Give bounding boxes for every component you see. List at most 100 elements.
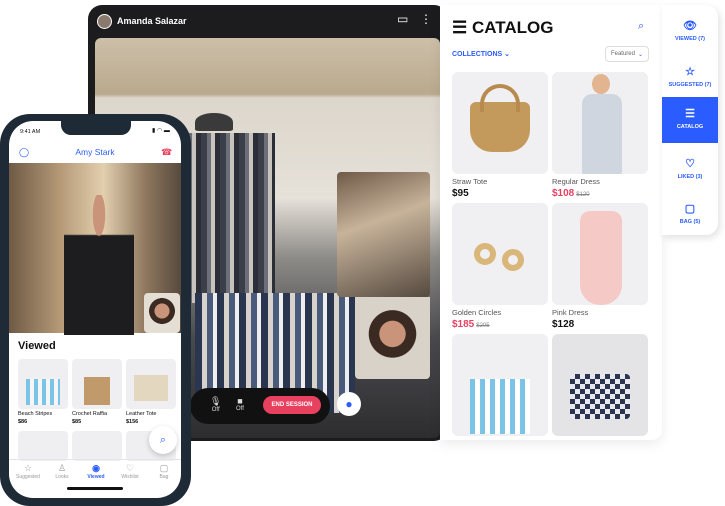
product-name: Pink Dress — [552, 308, 589, 317]
viewed-item-beach-stripes[interactable] — [18, 359, 68, 409]
camera-toggle[interactable]: ■ Off — [236, 396, 244, 412]
hang-up-icon[interactable]: ☎ — [161, 147, 172, 158]
shirt-icon: ♙ — [57, 463, 67, 473]
sort-value: Featured — [610, 51, 635, 57]
eye-icon: 👁 — [683, 20, 697, 32]
status-time: 9:41 AM — [20, 129, 41, 135]
product-image-striped-tote[interactable] — [452, 334, 548, 436]
nav-suggested[interactable]: ☆ SUGGESTED (7) — [662, 65, 718, 88]
search-icon: ⌕ — [159, 433, 167, 446]
bag-icon: ▢ — [159, 463, 169, 473]
participant-avatar — [97, 14, 112, 29]
tab-label: Bag — [159, 474, 169, 480]
search-icon[interactable]: ⌕ — [638, 20, 644, 33]
associate-figure — [64, 195, 134, 335]
sale-price: $108 — [552, 188, 575, 199]
tab-wishlist[interactable]: ♡ Wishlist — [113, 463, 147, 480]
catalog-panel: ☰ CATALOG ⌕ COLLECTIONS ⌄ Featured ⌄ Stra… — [440, 5, 662, 440]
sort-select[interactable]: Featured ⌄ — [605, 46, 649, 62]
item-price: $86 — [18, 419, 28, 425]
associate-video-feed — [9, 163, 181, 335]
bag-icon: ▢ — [684, 203, 696, 215]
original-price: $205 — [476, 323, 490, 329]
home-indicator — [67, 487, 123, 490]
tab-suggested[interactable]: ☆ Suggested — [11, 463, 45, 480]
minimize-icon[interactable]: ▭ — [397, 12, 408, 26]
mic-status: Off — [211, 407, 220, 413]
mic-toggle[interactable]: 🎙 Off — [210, 396, 221, 413]
nav-liked[interactable]: ♡ LIKED (3) — [662, 157, 718, 180]
product-image-gingham-bag[interactable] — [552, 334, 648, 436]
tab-looks[interactable]: ♙ Looks — [45, 463, 79, 480]
sale-price: $185 — [452, 319, 475, 330]
item-price: $85 — [72, 419, 82, 425]
side-nav: 👁 VIEWED (7) ☆ SUGGESTED (7) ☰ CATALOG ♡ LIK… — [662, 5, 718, 235]
viewed-item-crochet-raffia[interactable] — [72, 359, 122, 409]
menu-icon[interactable]: ☰ — [452, 18, 467, 37]
item-price: $156 — [126, 419, 139, 425]
participant-name: Amanda Salazar — [117, 16, 187, 26]
chevron-down-icon: ⌄ — [637, 51, 644, 58]
lamp — [195, 113, 233, 131]
heart-icon: ♡ — [685, 158, 695, 170]
more-vertical-icon[interactable]: ⋮ — [420, 12, 432, 26]
product-price: $185 $205 — [452, 319, 490, 330]
chat-button[interactable]: ● — [337, 392, 361, 416]
self-video-thumbnail — [355, 297, 430, 379]
tab-label: Suggested — [16, 474, 40, 480]
product-price: $95 — [452, 188, 469, 199]
heart-icon: ♡ — [125, 463, 135, 473]
original-price: $120 — [576, 192, 590, 198]
product-image-regular-dress[interactable] — [552, 72, 648, 174]
tab-label: Viewed — [87, 474, 105, 480]
nav-label: VIEWED (7) — [675, 36, 705, 42]
product-price: $108 $120 — [552, 188, 590, 199]
tab-viewed[interactable]: ◉ Viewed — [79, 463, 113, 480]
product-name: Regular Dress — [552, 177, 600, 186]
nav-catalog[interactable]: ☰ CATALOG — [662, 97, 718, 143]
status-icons: ▮ ◠ ▬ — [152, 128, 170, 134]
tab-label: Wishlist — [121, 474, 139, 480]
self-video-thumbnail — [144, 293, 180, 333]
section-title: Viewed — [18, 340, 56, 352]
item-name: Leather Tote — [126, 411, 157, 417]
viewed-item[interactable] — [18, 431, 68, 461]
product-price: $128 — [552, 319, 575, 330]
product-name: Straw Tote — [452, 177, 488, 186]
tab-label: Looks — [55, 474, 69, 480]
viewed-item-leather-tote[interactable] — [126, 359, 176, 409]
nav-label: LIKED (3) — [677, 174, 703, 180]
nav-label: BAG (5) — [679, 219, 701, 225]
product-name: Golden Circles — [452, 308, 502, 317]
eye-icon: ◉ — [92, 463, 100, 473]
search-button[interactable]: ⌕ — [149, 426, 177, 454]
chat-icon: ● — [345, 397, 353, 411]
viewed-item[interactable] — [72, 431, 122, 461]
product-image-golden-circles[interactable] — [452, 203, 548, 305]
phone-screen: 9:41 AM ▮ ◠ ▬ ◯ Amy Stark ☎ Viewed Beach… — [9, 121, 181, 498]
nav-label: CATALOG — [676, 124, 704, 130]
mic-icon: 🎙 — [210, 396, 222, 406]
catalog-title-text: CATALOG — [471, 18, 554, 37]
tab-bar-divider — [9, 459, 181, 460]
camera-icon: ■ — [237, 396, 243, 406]
item-name: Beach Stripes — [18, 411, 53, 417]
product-image-pink-dress[interactable] — [552, 203, 648, 305]
product-image-straw-tote[interactable] — [452, 72, 548, 174]
star-icon: ☆ — [23, 463, 33, 473]
list-icon: ☰ — [685, 108, 695, 120]
nav-label: SUGGESTED (7) — [668, 82, 712, 88]
end-session-button[interactable]: END SESSION — [263, 396, 321, 414]
secondary-video-feed — [337, 172, 430, 297]
star-icon: ☆ — [685, 66, 695, 78]
nav-viewed[interactable]: 👁 VIEWED (7) — [662, 19, 718, 42]
item-name: Crochet Raffia — [72, 411, 108, 417]
camera-status: Off — [236, 406, 244, 412]
collections-dropdown[interactable]: COLLECTIONS ⌄ — [452, 50, 510, 58]
chevron-down-icon: ⌄ — [504, 51, 510, 58]
nav-bag[interactable]: ▢ BAG (5) — [662, 202, 718, 225]
catalog-title: ☰ CATALOG — [452, 18, 554, 38]
collections-label: COLLECTIONS — [452, 51, 503, 58]
phone-notch — [61, 121, 131, 135]
tab-bag[interactable]: ▢ Bag — [147, 463, 181, 480]
